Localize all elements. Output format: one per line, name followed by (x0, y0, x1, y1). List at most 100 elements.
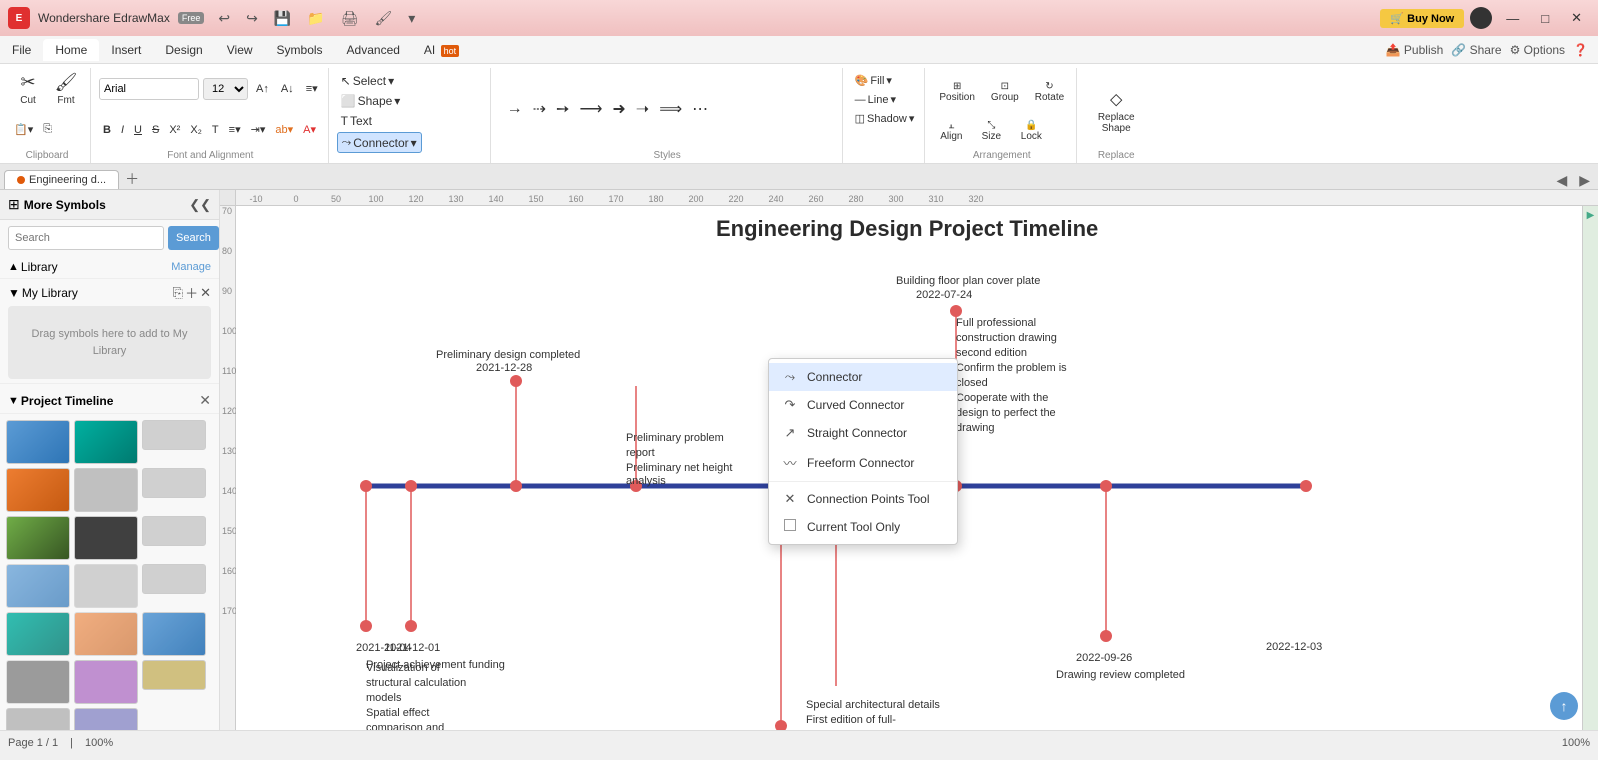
publish-button[interactable]: 📤 Publish (1386, 43, 1444, 57)
save-button[interactable]: 💾 (268, 8, 297, 29)
template-thumb-4[interactable] (6, 468, 70, 512)
template-thumb-6[interactable] (142, 468, 206, 498)
indent-button[interactable]: ⇥▾ (247, 121, 270, 138)
dropdown-current-tool-only[interactable]: Current Tool Only (769, 513, 957, 540)
more-button[interactable]: ▾ (402, 8, 421, 29)
template-title[interactable]: Project Timeline (21, 394, 199, 408)
menu-ai[interactable]: AI hot (412, 39, 471, 61)
share-button[interactable]: 🔗 Share (1451, 43, 1501, 57)
close-button[interactable]: ✕ (1563, 8, 1590, 28)
align-button[interactable]: ≡▾ (302, 80, 322, 97)
template-thumb-2[interactable] (74, 420, 138, 464)
template-thumb-1[interactable] (6, 420, 70, 464)
subscript-button[interactable]: X₂ (186, 122, 206, 138)
template-thumb-11[interactable] (74, 564, 138, 608)
template-thumb-17[interactable] (74, 660, 138, 704)
open-button[interactable]: 📁 (301, 8, 330, 29)
dropdown-straight-connector[interactable]: ↗ Straight Connector (769, 419, 957, 447)
tab-nav-left[interactable]: ◀ (1552, 172, 1571, 189)
arrow-style-6[interactable]: ➝ (632, 97, 653, 121)
user-avatar[interactable] (1470, 7, 1492, 29)
arrow-more[interactable]: ⋯ (688, 97, 712, 121)
paste-button[interactable]: 📋▾ (10, 121, 37, 138)
add-tab-button[interactable]: ＋ (121, 169, 143, 189)
print-button[interactable]: 🖨 (335, 8, 365, 29)
superscript-button[interactable]: X² (165, 122, 184, 138)
options-button[interactable]: ⚙ Options (1510, 43, 1565, 57)
template-thumb-3[interactable] (142, 420, 206, 450)
font-family-input[interactable] (99, 78, 199, 100)
strikethrough-button[interactable]: S (148, 122, 163, 138)
underline-button[interactable]: U (130, 122, 146, 138)
dropdown-curved-connector[interactable]: ↷ Curved Connector (769, 391, 957, 419)
connector-button[interactable]: ⤳ Connector ▾ (337, 132, 422, 153)
template-thumb-13[interactable] (6, 612, 70, 656)
menu-design[interactable]: Design (153, 39, 214, 61)
decrease-font-button[interactable]: A↓ (277, 81, 298, 97)
align-button2[interactable]: ⫠ Align (933, 117, 969, 145)
dropdown-freeform-connector[interactable]: 〰 Freeform Connector (769, 447, 957, 478)
template-thumb-7[interactable] (6, 516, 70, 560)
shape-button[interactable]: ⬜ Shape ▾ (337, 92, 422, 110)
template-thumb-5[interactable] (74, 468, 138, 512)
text-format-button[interactable]: T (208, 122, 223, 138)
brush-button[interactable]: 🖌 (368, 8, 398, 29)
template-thumb-8[interactable] (74, 516, 138, 560)
template-close-button[interactable]: ✕ (199, 392, 211, 409)
list-button[interactable]: ≡▾ (225, 121, 245, 138)
undo-button[interactable]: ↩ (212, 8, 236, 29)
italic-button[interactable]: I (117, 122, 128, 138)
dropdown-connection-points[interactable]: ✕ Connection Points Tool (769, 485, 957, 513)
menu-symbols[interactable]: Symbols (265, 39, 335, 61)
scroll-to-top-button[interactable]: ↑ (1550, 692, 1578, 720)
template-thumb-18[interactable] (142, 660, 206, 690)
menu-advanced[interactable]: Advanced (335, 39, 412, 61)
help-button[interactable]: ❓ (1573, 43, 1588, 57)
increase-font-button[interactable]: A↑ (252, 81, 273, 97)
template-thumb-16[interactable] (6, 660, 70, 704)
my-library-copy-button[interactable]: ⎘ (173, 283, 183, 302)
cut-button[interactable]: ✂ Cut (10, 69, 46, 109)
rotate-button[interactable]: ↻ Rotate (1029, 78, 1070, 106)
lock-button[interactable]: 🔒 Lock (1013, 117, 1049, 145)
replace-shape-button[interactable]: ⬦ Replace Shape (1085, 86, 1147, 137)
font-color-button[interactable]: A▾ (299, 121, 320, 138)
bold-button[interactable]: B (99, 122, 115, 138)
line-button[interactable]: ― Line ▾ (851, 91, 900, 108)
size-button[interactable]: ⤡ Size (973, 117, 1009, 145)
menu-view[interactable]: View (215, 39, 265, 61)
position-button[interactable]: ⊞ Position (933, 78, 981, 106)
template-thumb-10[interactable] (6, 564, 70, 608)
sidebar-collapse-button[interactable]: ❮❮ (189, 197, 211, 213)
my-library-add-button[interactable]: ＋ (185, 283, 198, 302)
search-input[interactable] (8, 226, 164, 250)
arrow-style-5[interactable]: ➜ (608, 97, 629, 121)
tab-engineering[interactable]: Engineering d... (4, 170, 119, 189)
group-button[interactable]: ⊡ Group (985, 78, 1025, 106)
arrow-style-2[interactable]: ⇢ (529, 97, 550, 121)
fill-button[interactable]: 🎨 Fill ▾ (851, 72, 896, 89)
template-thumb-20[interactable] (74, 708, 138, 730)
search-button[interactable]: Search (168, 226, 219, 250)
arrow-style-7[interactable]: ⟹ (655, 97, 686, 121)
menu-home[interactable]: Home (43, 39, 99, 61)
redo-button[interactable]: ↪ (240, 8, 264, 29)
arrow-style-3[interactable]: ➙ (552, 97, 573, 121)
right-panel-icon[interactable]: ▶ (1585, 210, 1596, 221)
maximize-button[interactable]: □ (1533, 9, 1557, 28)
manage-button[interactable]: Manage (171, 261, 211, 273)
dropdown-connector[interactable]: ⤳ Connector (769, 363, 957, 391)
my-library-close-button[interactable]: ✕ (200, 283, 211, 302)
buy-now-button[interactable]: 🛒 Buy Now (1380, 9, 1464, 28)
template-thumb-14[interactable] (74, 612, 138, 656)
template-thumb-15[interactable] (142, 612, 206, 656)
format-painter-button[interactable]: 🖌 Fmt (48, 69, 84, 109)
menu-insert[interactable]: Insert (99, 39, 153, 61)
template-thumb-19[interactable] (6, 708, 70, 730)
shadow-button[interactable]: ◫ Shadow ▾ (851, 110, 919, 127)
highlight-button[interactable]: ab▾ (271, 121, 297, 138)
select-button[interactable]: ↖ Select ▾ (337, 72, 422, 90)
arrow-style-1[interactable]: → (503, 98, 527, 120)
template-thumb-9[interactable] (142, 516, 206, 546)
arrow-style-4[interactable]: ⟶ (575, 97, 606, 121)
